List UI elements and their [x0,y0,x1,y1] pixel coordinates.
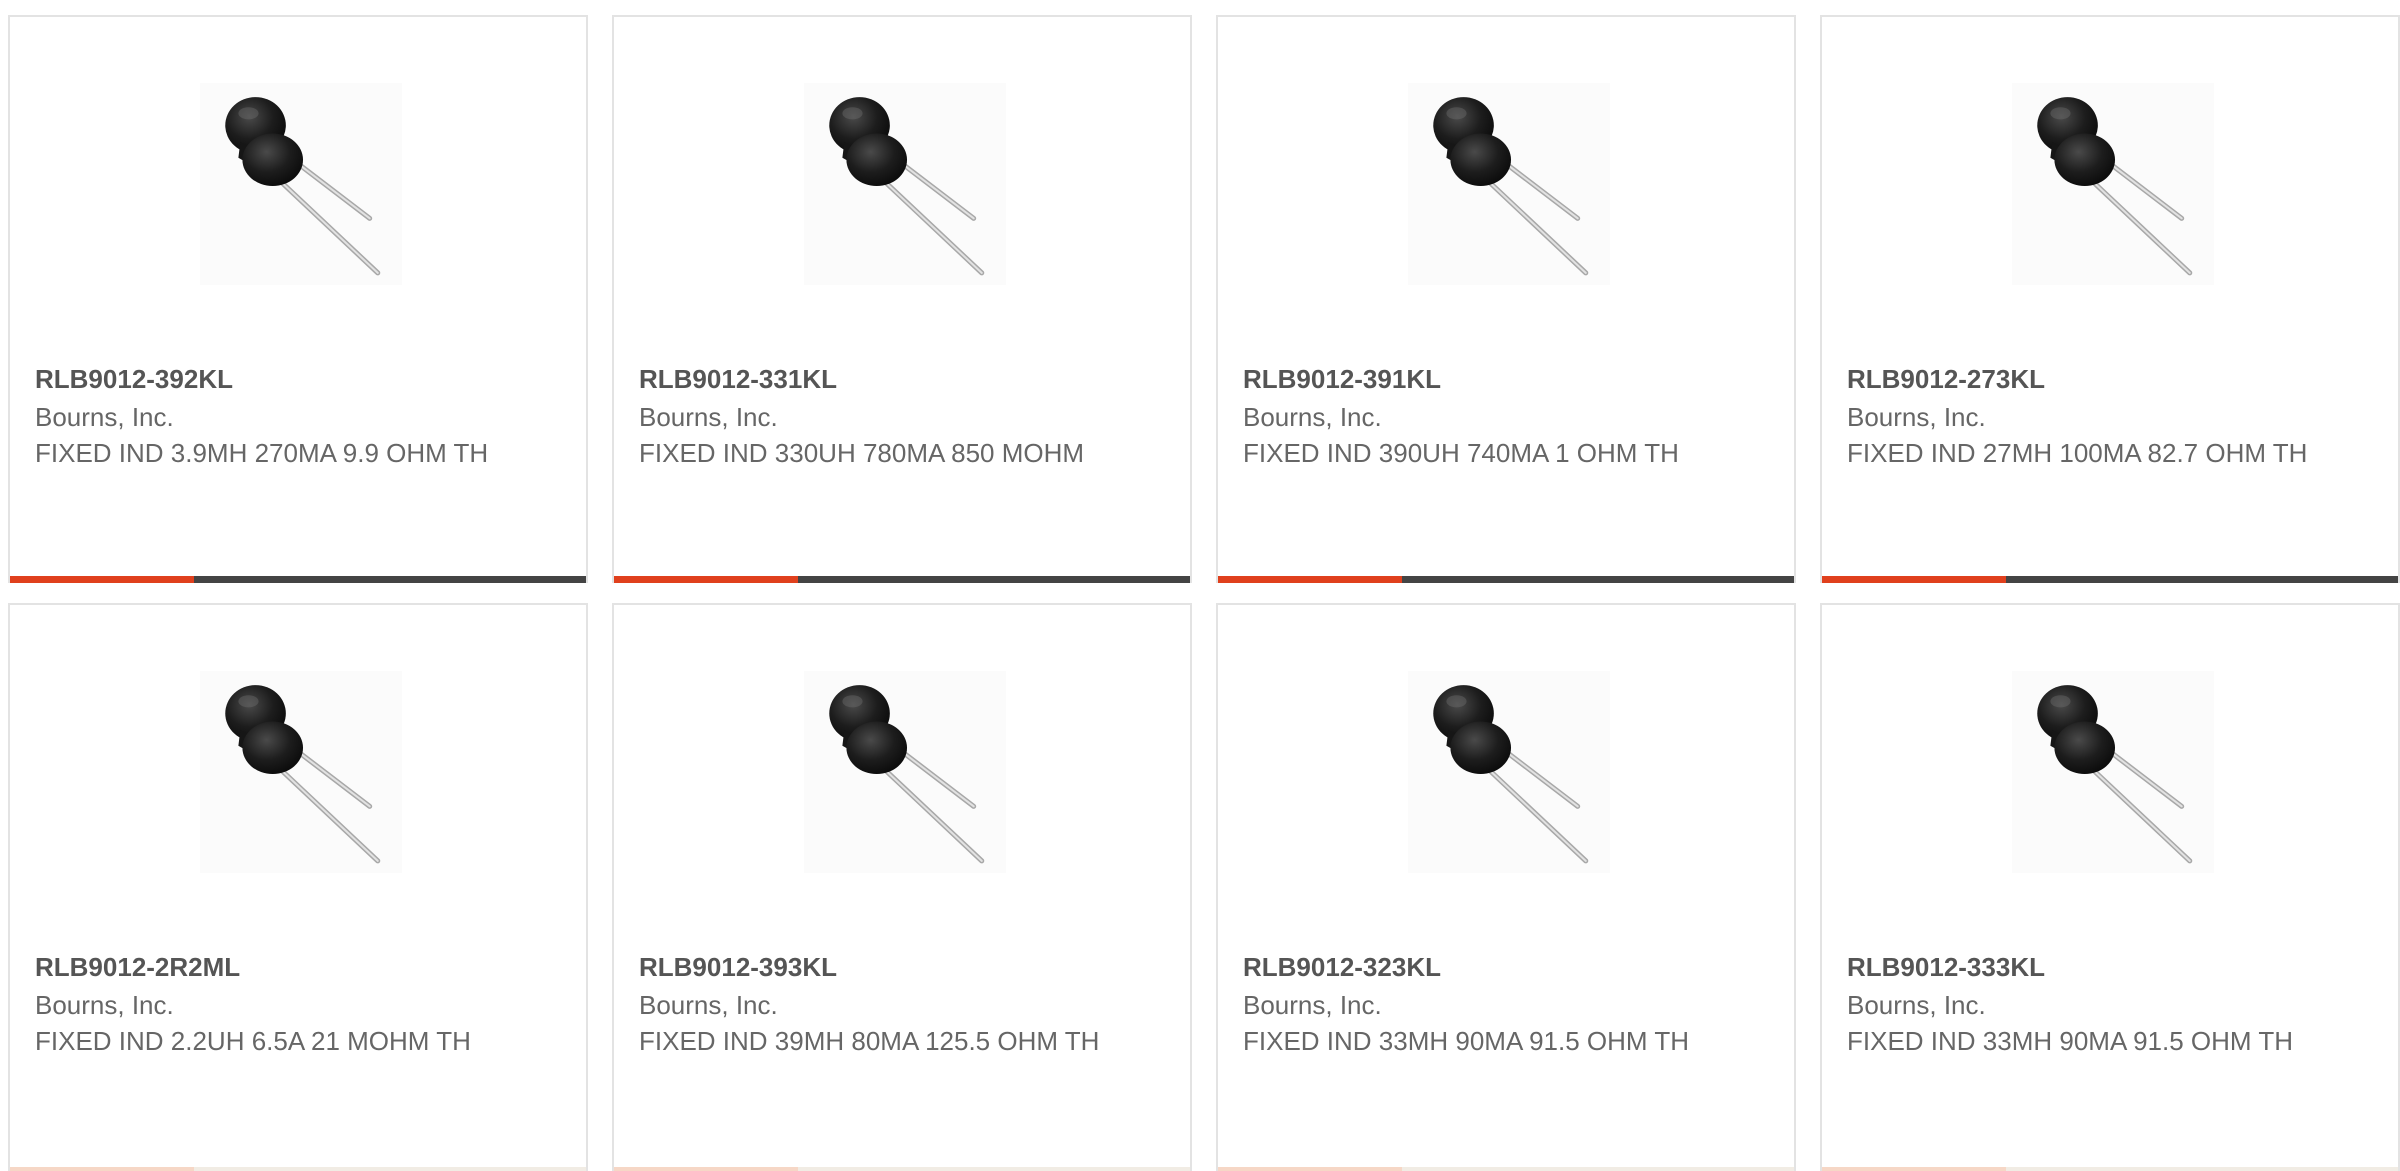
progress-fill [1822,1167,2007,1171]
part-number[interactable]: RLB9012-323KL [1243,947,1713,987]
product-description: FIXED IND 3.9MH 270MA 9.9 OHM TH [35,438,489,468]
part-number[interactable]: RLB9012-273KL [1847,359,2317,399]
radial-inductor-icon[interactable] [804,83,1006,285]
radial-inductor-icon[interactable] [1408,83,1610,285]
progress-bar [1822,576,2398,583]
progress-bar [614,1167,1190,1171]
product-info: RLB9012-391KL Bourns, Inc. FIXED IND 390… [1243,359,1713,471]
progress-fill [1218,576,1403,583]
part-number[interactable]: RLB9012-2R2ML [35,947,505,987]
product-card[interactable]: RLB9012-393KL Bourns, Inc. FIXED IND 39M… [612,603,1192,1171]
manufacturer: Bourns, Inc. [35,990,174,1020]
progress-fill [10,1167,195,1171]
product-description: FIXED IND 390UH 740MA 1 OHM TH [1243,438,1679,468]
progress-fill [10,576,195,583]
part-number[interactable]: RLB9012-393KL [639,947,1109,987]
product-info: RLB9012-2R2ML Bourns, Inc. FIXED IND 2.2… [35,947,505,1059]
progress-fill [1218,1167,1403,1171]
product-info: RLB9012-323KL Bourns, Inc. FIXED IND 33M… [1243,947,1713,1059]
part-number[interactable]: RLB9012-333KL [1847,947,2317,987]
product-card[interactable]: RLB9012-391KL Bourns, Inc. FIXED IND 390… [1216,15,1796,583]
radial-inductor-icon[interactable] [2012,671,2214,873]
part-number[interactable]: RLB9012-391KL [1243,359,1713,399]
product-description: FIXED IND 27MH 100MA 82.7 OHM TH [1847,438,2308,468]
manufacturer: Bourns, Inc. [35,402,174,432]
part-number[interactable]: RLB9012-331KL [639,359,1109,399]
product-description: FIXED IND 2.2UH 6.5A 21 MOHM TH [35,1026,471,1056]
product-card[interactable]: RLB9012-392KL Bourns, Inc. FIXED IND 3.9… [8,15,588,583]
radial-inductor-icon[interactable] [200,83,402,285]
progress-bar [1218,1167,1794,1171]
manufacturer: Bourns, Inc. [639,402,778,432]
manufacturer: Bourns, Inc. [639,990,778,1020]
progress-bar [614,576,1190,583]
product-info: RLB9012-393KL Bourns, Inc. FIXED IND 39M… [639,947,1109,1059]
product-info: RLB9012-331KL Bourns, Inc. FIXED IND 330… [639,359,1109,471]
part-number[interactable]: RLB9012-392KL [35,359,505,399]
progress-fill [614,1167,799,1171]
manufacturer: Bourns, Inc. [1847,402,1986,432]
progress-bar [1822,1167,2398,1171]
product-card[interactable]: RLB9012-323KL Bourns, Inc. FIXED IND 33M… [1216,603,1796,1171]
progress-fill [1822,576,2007,583]
product-description: FIXED IND 39MH 80MA 125.5 OHM TH [639,1026,1100,1056]
product-card[interactable]: RLB9012-333KL Bourns, Inc. FIXED IND 33M… [1820,603,2400,1171]
product-info: RLB9012-392KL Bourns, Inc. FIXED IND 3.9… [35,359,505,471]
product-info: RLB9012-333KL Bourns, Inc. FIXED IND 33M… [1847,947,2317,1059]
product-description: FIXED IND 330UH 780MA 850 MOHM [639,438,1085,468]
manufacturer: Bourns, Inc. [1243,402,1382,432]
radial-inductor-icon[interactable] [804,671,1006,873]
radial-inductor-icon[interactable] [1408,671,1610,873]
product-description: FIXED IND 33MH 90MA 91.5 OHM TH [1243,1026,1689,1056]
product-card[interactable]: RLB9012-273KL Bourns, Inc. FIXED IND 27M… [1820,15,2400,583]
product-description: FIXED IND 33MH 90MA 91.5 OHM TH [1847,1026,2293,1056]
product-info: RLB9012-273KL Bourns, Inc. FIXED IND 27M… [1847,359,2317,471]
product-card[interactable]: RLB9012-331KL Bourns, Inc. FIXED IND 330… [612,15,1192,583]
product-card[interactable]: RLB9012-2R2ML Bourns, Inc. FIXED IND 2.2… [8,603,588,1171]
radial-inductor-icon[interactable] [200,671,402,873]
radial-inductor-icon[interactable] [2012,83,2214,285]
progress-bar [1218,576,1794,583]
manufacturer: Bourns, Inc. [1847,990,1986,1020]
progress-bar [10,576,586,583]
progress-fill [614,576,799,583]
progress-bar [10,1167,586,1171]
manufacturer: Bourns, Inc. [1243,990,1382,1020]
product-grid: RLB9012-392KL Bourns, Inc. FIXED IND 3.9… [0,0,2400,1171]
